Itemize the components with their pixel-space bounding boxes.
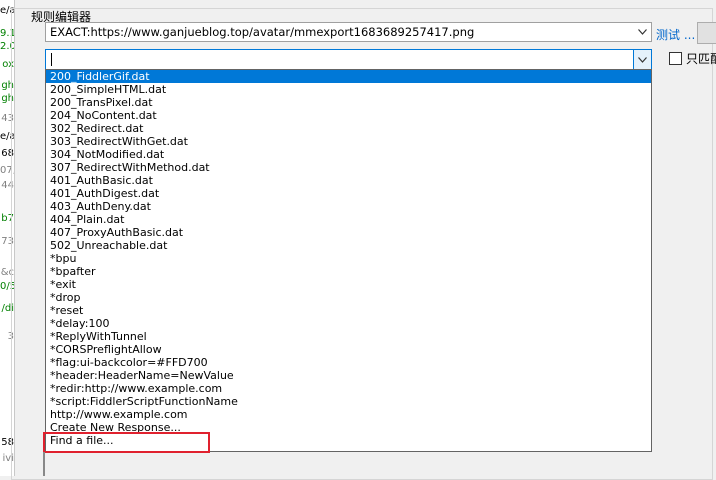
chevron-down-icon[interactable]	[633, 50, 651, 69]
match-only-checkbox[interactable]: 只匹配	[669, 50, 716, 67]
dropdown-option[interactable]: *redir:http://www.example.com	[46, 382, 651, 395]
dropdown-option[interactable]: 502_Unreachable.dat	[46, 239, 651, 252]
dropdown-option[interactable]: *bpafter	[46, 265, 651, 278]
dropdown-option[interactable]: *bpu	[46, 252, 651, 265]
dropdown-option[interactable]: *flag:ui-backcolor=#FFD700	[46, 356, 651, 369]
match-rule-value[interactable]: EXACT:https://www.ganjueblog.top/avatar/…	[50, 23, 474, 41]
dropdown-option[interactable]: *ReplyWithTunnel	[46, 330, 651, 343]
match-only-label: 只匹配	[686, 52, 716, 66]
highlight-box	[43, 432, 210, 453]
chevron-down-icon[interactable]	[634, 23, 651, 41]
dropdown-option[interactable]: 307_RedirectWithMethod.dat	[46, 161, 651, 174]
dropdown-option[interactable]: 407_ProxyAuthBasic.dat	[46, 226, 651, 239]
dropdown-option[interactable]: 304_NotModified.dat	[46, 148, 651, 161]
dropdown-option[interactable]: *delay:100	[46, 317, 651, 330]
dropdown-option[interactable]: 401_AuthBasic.dat	[46, 174, 651, 187]
dropdown-option[interactable]: 200_TransPixel.dat	[46, 96, 651, 109]
dropdown-option[interactable]: *exit	[46, 278, 651, 291]
action-dropdown-list[interactable]: 200_FiddlerGif.dat 200_SimpleHTML.dat 200_…	[45, 69, 652, 452]
dropdown-option[interactable]: http://www.example.com	[46, 408, 651, 421]
dropdown-option[interactable]: 404_Plain.dat	[46, 213, 651, 226]
dropdown-option[interactable]: 200_FiddlerGif.dat	[46, 70, 651, 83]
dropdown-option[interactable]: 302_Redirect.dat	[46, 122, 651, 135]
checkbox-box[interactable]	[669, 52, 682, 65]
action-combobox[interactable]	[45, 49, 652, 70]
dropdown-option[interactable]: *drop	[46, 291, 651, 304]
dropdown-option[interactable]: *CORSPreflightAllow	[46, 343, 651, 356]
dropdown-option[interactable]: *script:FiddlerScriptFunctionName	[46, 395, 651, 408]
dropdown-option[interactable]: *reset	[46, 304, 651, 317]
action-options: 200_FiddlerGif.dat 200_SimpleHTML.dat 200_…	[46, 70, 651, 447]
dropdown-option[interactable]: *header:HeaderName=NewValue	[46, 369, 651, 382]
test-link[interactable]: 测试 ...	[656, 26, 695, 43]
panel-divider	[43, 452, 45, 476]
match-rule-combobox[interactable]: EXACT:https://www.ganjueblog.top/avatar/…	[45, 22, 652, 42]
dropdown-option[interactable]: 403_AuthDeny.dat	[46, 200, 651, 213]
dropdown-option[interactable]: 204_NoContent.dat	[46, 109, 651, 122]
dropdown-option[interactable]: 401_AuthDigest.dat	[46, 187, 651, 200]
dropdown-option[interactable]: 200_SimpleHTML.dat	[46, 83, 651, 96]
options-button[interactable]	[697, 22, 716, 44]
dropdown-option[interactable]: 303_RedirectWithGet.dat	[46, 135, 651, 148]
text-caret	[51, 53, 52, 66]
